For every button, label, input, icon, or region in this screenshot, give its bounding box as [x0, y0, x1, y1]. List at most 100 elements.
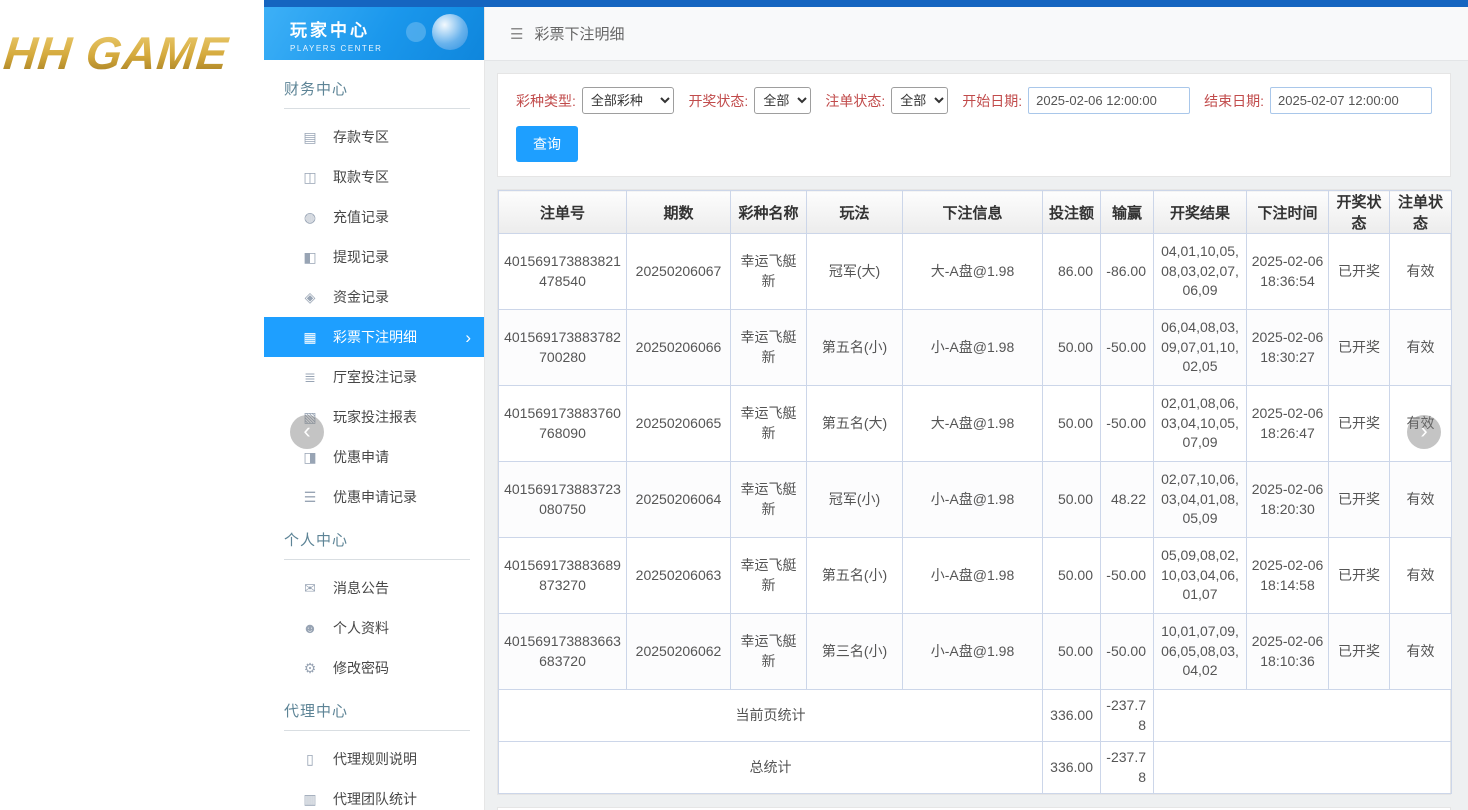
column-header: 下注时间: [1247, 191, 1329, 234]
summary-bet-total: 336.00: [1043, 690, 1101, 742]
sidebar-item[interactable]: ▤存款专区: [264, 117, 484, 157]
table-cell: 已开奖: [1329, 234, 1390, 310]
chevron-right-icon: ›: [1420, 418, 1427, 444]
table-row: 40156917388372308075020250206064幸运飞艇新冠军(…: [499, 462, 1452, 538]
search-button[interactable]: 查询: [516, 126, 578, 162]
promo-apply-icon: ◨: [300, 449, 320, 466]
sidebar-item[interactable]: ⚙修改密码: [264, 648, 484, 688]
draw-status-label: 开奖状态:: [688, 91, 748, 111]
sidebar-item[interactable]: ◧ 提现记录: [264, 237, 484, 277]
table-cell: 401569173883782700280: [499, 310, 627, 386]
table-cell: 小-A盘@1.98: [903, 614, 1043, 690]
filter-row: 彩种类型: 全部彩种 开奖状态: 全部 注单状态: 全部 开始日期: 结束日期:: [516, 87, 1432, 114]
table-cell: 401569173883689873270: [499, 538, 627, 614]
withdrawal-record-icon: ◧: [300, 249, 320, 266]
table-cell: 50.00: [1043, 614, 1101, 690]
carousel-left-button[interactable]: ‹: [290, 415, 324, 449]
sidebar-item[interactable]: ✉消息公告: [264, 568, 484, 608]
end-date-input[interactable]: [1270, 87, 1432, 114]
content: 彩种类型: 全部彩种 开奖状态: 全部 注单状态: 全部 开始日期: 结束日期:: [485, 61, 1468, 810]
table-cell: 已开奖: [1329, 386, 1390, 462]
end-date-label: 结束日期:: [1204, 91, 1264, 111]
sidebar-item[interactable]: ▦彩票下注明细›: [264, 317, 484, 357]
table-cell: 第三名(小): [807, 614, 903, 690]
filter-actions: 查询: [516, 126, 1432, 162]
hamburger-menu-icon[interactable]: ☰: [510, 25, 523, 43]
table-cell: 20250206064: [627, 462, 731, 538]
filter-panel: 彩种类型: 全部彩种 开奖状态: 全部 注单状态: 全部 开始日期: 结束日期:: [497, 73, 1451, 177]
table-cell: 第五名(大): [807, 386, 903, 462]
table-cell: 有效: [1390, 310, 1452, 386]
sidebar-item-label: 存款专区: [333, 127, 389, 147]
column-header: 开奖状态: [1329, 191, 1390, 234]
summary-empty-cell: [1154, 742, 1452, 794]
column-header: 开奖结果: [1154, 191, 1247, 234]
sidebar-item[interactable]: ◍充值记录: [264, 197, 484, 237]
bet-table-card: 注单号期数彩种名称玩法下注信息投注额输赢开奖结果下注时间开奖状态注单状态 401…: [497, 189, 1451, 795]
table-cell: 10,01,07,09,06,05,08,03,04,02: [1154, 614, 1247, 690]
start-date-input[interactable]: [1028, 87, 1190, 114]
table-cell: 50.00: [1043, 462, 1101, 538]
table-cell: -86.00: [1101, 234, 1154, 310]
table-cell: 有效: [1390, 234, 1452, 310]
summary-bet-total: 336.00: [1043, 742, 1101, 794]
lottery-bet-detail-icon: ▦: [300, 329, 320, 346]
logo-area: HH GAME: [0, 0, 264, 810]
table-header-row: 注单号期数彩种名称玩法下注信息投注额输赢开奖结果下注时间开奖状态注单状态: [499, 191, 1452, 234]
decorative-sphere-icon: [432, 14, 468, 50]
table-cell: 401569173883663683720: [499, 614, 627, 690]
table-cell: 第五名(小): [807, 538, 903, 614]
table-cell: 幸运飞艇新: [731, 614, 807, 690]
table-cell: 小-A盘@1.98: [903, 538, 1043, 614]
table-body: 40156917388382147854020250206067幸运飞艇新冠军(…: [499, 234, 1452, 794]
table-cell: 有效: [1390, 614, 1452, 690]
sidebar-item[interactable]: ▥代理团队统计: [264, 779, 484, 810]
sidebar-item-label: 厅室投注记录: [333, 367, 417, 387]
sidebar-item-label: 个人资料: [333, 618, 389, 638]
sidebar-item-label: 充值记录: [333, 207, 389, 227]
table-cell: 幸运飞艇新: [731, 310, 807, 386]
summary-winloss-total: -237.78: [1101, 690, 1154, 742]
sidebar-item[interactable]: ▯代理规则说明: [264, 739, 484, 779]
draw-status-select[interactable]: 全部: [754, 87, 811, 114]
sidebar-item-label: 资金记录: [333, 287, 389, 307]
sidebar-item-label: 取款专区: [333, 167, 389, 187]
table-cell: 02,07,10,06,03,04,01,08,05,09: [1154, 462, 1247, 538]
password-icon: ⚙: [300, 660, 320, 677]
lottery-type-label: 彩种类型:: [516, 91, 576, 111]
sidebar-item-label: 彩票下注明细: [333, 327, 417, 347]
screen: HH GAME 玩家中心 PLAYERS CENTER 财务中心▤存款专区◫取款…: [0, 0, 1468, 810]
table-row: 40156917388376076809020250206065幸运飞艇新第五名…: [499, 386, 1452, 462]
column-header: 注单号: [499, 191, 627, 234]
table-cell: 大-A盘@1.98: [903, 234, 1043, 310]
sidebar-item-label: 提现记录: [333, 247, 389, 267]
table-cell: 幸运飞艇新: [731, 234, 807, 310]
carousel-right-button[interactable]: ›: [1407, 415, 1441, 449]
brand-logo: HH GAME: [1, 26, 264, 80]
table-cell: 20250206066: [627, 310, 731, 386]
table-row: 40156917388366368372020250206062幸运飞艇新第三名…: [499, 614, 1452, 690]
sidebar-item-label: 优惠申请记录: [333, 487, 417, 507]
table-cell: 已开奖: [1329, 462, 1390, 538]
lottery-type-select[interactable]: 全部彩种: [582, 87, 675, 114]
summary-empty-cell: [1154, 690, 1452, 742]
sidebar-item-label: 玩家投注报表: [333, 407, 417, 427]
top-strip: [264, 0, 1468, 7]
sidebar-item[interactable]: ☻个人资料: [264, 608, 484, 648]
sidebar-item[interactable]: ☰优惠申请记录: [264, 477, 484, 517]
bet-status-select[interactable]: 全部: [891, 87, 948, 114]
table-cell: 86.00: [1043, 234, 1101, 310]
sidebar-section-title: 代理中心: [284, 700, 470, 731]
main-area: ☰ 彩票下注明细 彩种类型: 全部彩种 开奖状态: 全部 注单状态: 全部: [485, 7, 1468, 810]
sidebar-item-label: 优惠申请: [333, 447, 389, 467]
table-cell: 50.00: [1043, 538, 1101, 614]
table-cell: 有效: [1390, 462, 1452, 538]
sidebar-item-label: 代理规则说明: [333, 749, 417, 769]
table-cell: 2025-02-06 18:20:30: [1247, 462, 1329, 538]
sidebar-item[interactable]: ◈资金记录: [264, 277, 484, 317]
column-header: 投注额: [1043, 191, 1101, 234]
main-header: ☰ 彩票下注明细: [485, 7, 1468, 61]
sidebar-item[interactable]: ≣厅室投注记录: [264, 357, 484, 397]
table-cell: 幸运飞艇新: [731, 538, 807, 614]
sidebar-item[interactable]: ◫取款专区: [264, 157, 484, 197]
